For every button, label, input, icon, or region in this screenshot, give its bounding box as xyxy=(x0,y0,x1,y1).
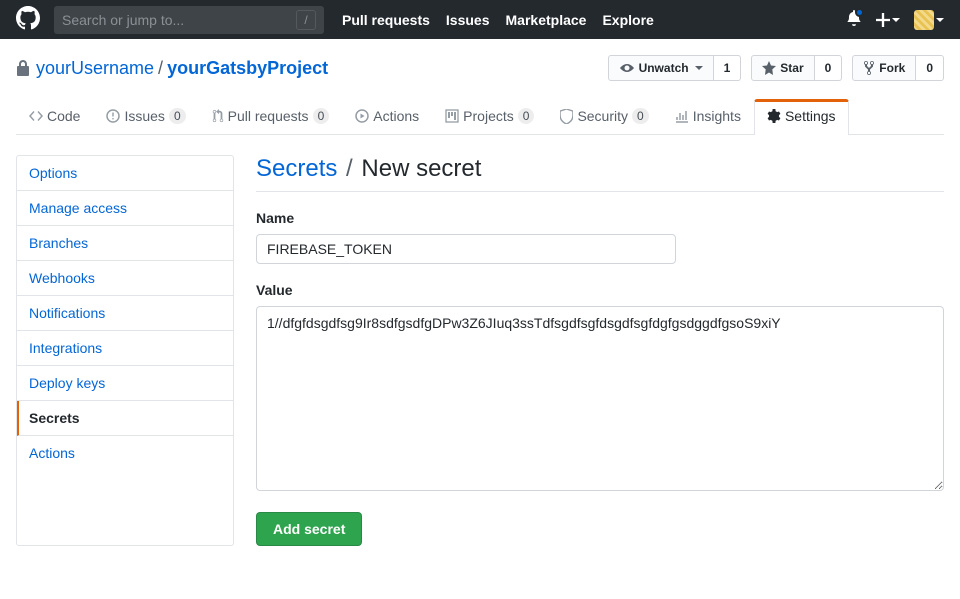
tab-projects[interactable]: Projects 0 xyxy=(432,99,547,134)
project-icon xyxy=(445,109,459,123)
value-label: Value xyxy=(256,282,944,298)
repo-link[interactable]: yourGatsbyProject xyxy=(167,58,328,79)
tab-issues[interactable]: Issues 0 xyxy=(93,99,198,134)
sidebar-item-notifications[interactable]: Notifications xyxy=(17,296,233,331)
play-icon xyxy=(355,109,369,123)
watch-count[interactable]: 1 xyxy=(714,55,742,81)
slash-key-icon: / xyxy=(296,10,316,30)
security-count: 0 xyxy=(632,108,649,124)
sidebar-item-secrets[interactable]: Secrets xyxy=(17,401,233,436)
projects-count: 0 xyxy=(518,108,535,124)
page-title: Secrets / New secret xyxy=(256,155,944,192)
shield-icon xyxy=(560,109,573,124)
avatar xyxy=(914,10,934,30)
github-logo[interactable] xyxy=(16,6,40,33)
star-button[interactable]: Star xyxy=(751,55,814,81)
nav-marketplace[interactable]: Marketplace xyxy=(506,12,587,28)
star-count[interactable]: 0 xyxy=(815,55,843,81)
sidebar-item-manage-access[interactable]: Manage access xyxy=(17,191,233,226)
sidebar-item-actions[interactable]: Actions xyxy=(17,436,233,470)
secret-name-input[interactable] xyxy=(256,234,676,264)
breadcrumb-current: New secret xyxy=(361,155,481,182)
name-label: Name xyxy=(256,210,944,226)
issues-count: 0 xyxy=(169,108,186,124)
global-header: Search or jump to... / Pull requests Iss… xyxy=(0,0,960,39)
path-separator: / xyxy=(158,58,163,79)
breadcrumb-secrets[interactable]: Secrets xyxy=(256,155,337,182)
tab-settings[interactable]: Settings xyxy=(754,99,849,135)
sidebar-item-webhooks[interactable]: Webhooks xyxy=(17,261,233,296)
sidebar-item-integrations[interactable]: Integrations xyxy=(17,331,233,366)
fork-count[interactable]: 0 xyxy=(916,55,944,81)
tab-insights[interactable]: Insights xyxy=(662,99,754,134)
user-menu[interactable] xyxy=(914,10,944,30)
unwatch-button[interactable]: Unwatch xyxy=(608,55,714,81)
gear-icon xyxy=(767,109,781,123)
secret-value-textarea[interactable]: 1//dfgfdsgdfsg9Ir8sdfgsdfgDPw3Z6JIuq3ssT… xyxy=(256,306,944,491)
tab-pull-requests[interactable]: Pull requests 0 xyxy=(199,99,343,134)
sidebar-item-options[interactable]: Options xyxy=(17,156,233,191)
graph-icon xyxy=(675,109,689,123)
owner-link[interactable]: yourUsername xyxy=(36,58,154,78)
fork-button[interactable]: Fork xyxy=(852,55,916,81)
nav-explore[interactable]: Explore xyxy=(602,12,653,28)
repo-header: yourUsername / yourGatsbyProject Unwatch… xyxy=(0,39,960,135)
search-placeholder: Search or jump to... xyxy=(62,12,184,28)
fork-icon xyxy=(863,60,875,76)
star-icon xyxy=(762,61,776,75)
repo-nav: Code Issues 0 Pull requests 0 Actions Pr… xyxy=(16,99,944,135)
sidebar-item-branches[interactable]: Branches xyxy=(17,226,233,261)
header-nav: Pull requests Issues Marketplace Explore xyxy=(342,12,654,28)
issue-icon xyxy=(106,109,120,123)
nav-issues[interactable]: Issues xyxy=(446,12,490,28)
code-icon xyxy=(29,109,43,123)
create-new-dropdown[interactable] xyxy=(876,13,900,27)
search-input[interactable]: Search or jump to... / xyxy=(54,6,324,34)
notifications-icon[interactable] xyxy=(846,10,862,29)
nav-pull-requests[interactable]: Pull requests xyxy=(342,12,430,28)
eye-icon xyxy=(619,62,635,74)
lock-icon xyxy=(16,60,30,76)
tab-code[interactable]: Code xyxy=(16,99,93,134)
breadcrumb-sep: / xyxy=(346,155,353,182)
main-content: Secrets / New secret Name Value 1//dfgfd… xyxy=(256,155,944,546)
pulls-count: 0 xyxy=(313,108,330,124)
settings-sidebar: Options Manage access Branches Webhooks … xyxy=(16,155,234,546)
pull-request-icon xyxy=(212,109,224,123)
notification-dot xyxy=(855,8,864,17)
tab-actions[interactable]: Actions xyxy=(342,99,432,134)
sidebar-item-deploy-keys[interactable]: Deploy keys xyxy=(17,366,233,401)
tab-security[interactable]: Security 0 xyxy=(547,99,661,134)
add-secret-button[interactable]: Add secret xyxy=(256,512,362,546)
